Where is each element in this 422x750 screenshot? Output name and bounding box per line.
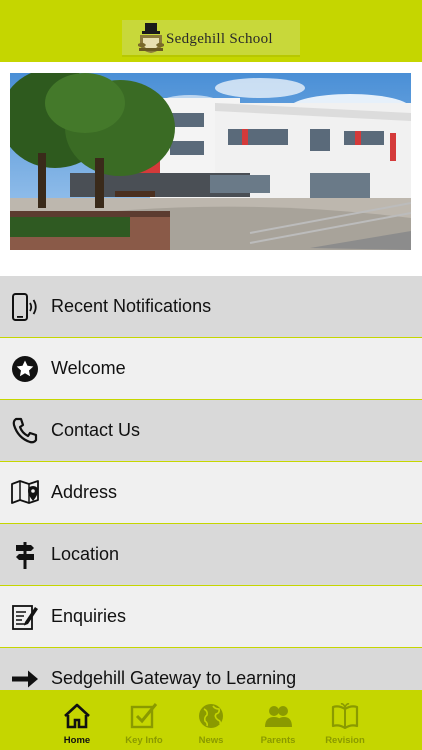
people-icon	[265, 706, 292, 727]
document-edit-icon	[12, 605, 38, 630]
menu-item-label: Address	[51, 482, 118, 502]
tab-label: News	[198, 735, 224, 746]
menu-item-address[interactable]: Address	[0, 462, 422, 524]
tab-key-info[interactable]: Key Info	[110, 690, 178, 750]
tab-news[interactable]: News	[177, 690, 245, 750]
crest-icon	[138, 23, 164, 53]
phone-handset-icon	[12, 417, 38, 444]
signpost-icon	[16, 542, 34, 569]
tab-parents[interactable]: Parents	[244, 690, 312, 750]
menu-item-label: Location	[51, 544, 120, 564]
menu-item-label: Welcome	[51, 358, 126, 378]
menu-item-welcome[interactable]: Welcome	[0, 338, 422, 400]
globe-icon	[199, 704, 223, 728]
app-header: Sedgehill School	[0, 0, 422, 62]
bottom-tab-bar: Home Key Info News Parents Revision	[0, 690, 422, 750]
school-building-photo	[10, 73, 411, 250]
tab-label: Key Info	[125, 735, 163, 746]
main-menu: Recent Notifications Welcome Contact Us …	[0, 276, 422, 710]
menu-item-contact-us[interactable]: Contact Us	[0, 400, 422, 462]
tab-home[interactable]: Home	[43, 690, 111, 750]
home-icon	[64, 703, 90, 729]
tab-label: Revision	[325, 735, 365, 746]
school-logo: Sedgehill School	[122, 20, 300, 57]
tab-revision[interactable]: Revision	[311, 690, 379, 750]
school-name: Sedgehill School	[166, 31, 273, 47]
map-pin-icon	[11, 480, 39, 504]
menu-item-label: Sedgehill Gateway to Learning	[51, 668, 297, 688]
menu-item-location[interactable]: Location	[0, 524, 422, 586]
checkbox-icon	[130, 703, 158, 729]
phone-notification-icon	[12, 293, 37, 321]
arrow-right-icon	[12, 670, 38, 688]
book-icon	[331, 703, 359, 729]
tab-label: Home	[63, 735, 91, 746]
menu-item-recent-notifications[interactable]: Recent Notifications	[0, 276, 422, 338]
menu-item-label: Enquiries	[51, 606, 127, 626]
tab-label: Parents	[260, 735, 296, 746]
menu-item-label: Contact Us	[51, 420, 141, 440]
menu-item-enquiries[interactable]: Enquiries	[0, 586, 422, 648]
hero-area	[0, 62, 422, 276]
menu-item-label: Recent Notifications	[51, 296, 212, 316]
star-icon	[12, 356, 38, 382]
